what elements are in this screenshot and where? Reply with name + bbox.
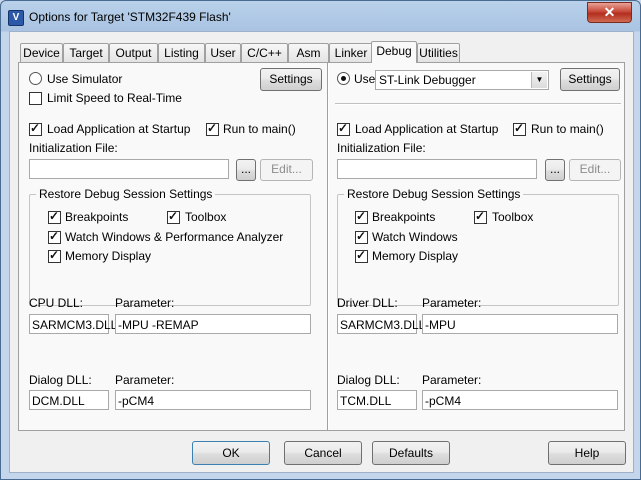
right-browse-button[interactable]: ...: [545, 159, 565, 181]
right-dialog-param-label: Parameter:: [422, 373, 482, 387]
simulator-settings-button[interactable]: Settings: [260, 68, 322, 91]
left-dialog-param-label: Parameter:: [115, 373, 175, 387]
tab-asm[interactable]: Asm: [288, 43, 329, 62]
tab-listing[interactable]: Listing: [158, 43, 205, 62]
left-init-file-input[interactable]: [29, 159, 229, 179]
left-run-to-main-checkbox[interactable]: [206, 121, 219, 136]
tab-debug[interactable]: Debug: [371, 41, 417, 63]
help-button[interactable]: Help: [548, 441, 626, 465]
window-title: Options for Target 'STM32F439 Flash': [29, 10, 231, 24]
left-dialog-dll-label: Dialog DLL:: [29, 373, 92, 387]
panel-divider: [327, 63, 329, 430]
left-restore-group: Restore Debug Session Settings Breakpoin…: [29, 187, 311, 306]
use-debugger-radio[interactable]: [337, 72, 350, 85]
left-toolbox-label: Toolbox: [185, 210, 227, 224]
debugger-select[interactable]: ST-Link Debugger ▼: [375, 70, 549, 90]
right-memory-checkbox[interactable]: [355, 248, 368, 263]
left-dialog-param-input[interactable]: -pCM4: [115, 390, 311, 410]
tab-user[interactable]: User: [205, 43, 241, 62]
debugger-select-value: ST-Link Debugger: [379, 73, 476, 87]
right-dialog-dll-label: Dialog DLL:: [337, 373, 400, 387]
chevron-down-icon[interactable]: ▼: [531, 72, 547, 88]
dialog-client-area: Device Target Output Listing User C/C++ …: [9, 31, 634, 473]
tab-device[interactable]: Device: [20, 43, 63, 62]
left-restore-title: Restore Debug Session Settings: [36, 187, 216, 201]
left-breakpoints-checkbox[interactable]: [48, 209, 61, 224]
debugger-settings-button[interactable]: Settings: [560, 68, 620, 91]
cpu-param-input[interactable]: -MPU -REMAP: [115, 314, 311, 334]
right-init-file-input[interactable]: [337, 159, 537, 179]
right-breakpoints-label: Breakpoints: [372, 210, 436, 224]
right-init-file-label: Initialization File:: [337, 141, 426, 155]
right-toolbox-label: Toolbox: [492, 210, 534, 224]
use-simulator-label: Use Simulator: [47, 72, 123, 86]
left-init-file-label: Initialization File:: [29, 141, 118, 155]
right-run-to-main-checkbox[interactable]: [513, 121, 526, 136]
keil-app-icon: V: [8, 10, 24, 26]
cpu-dll-label: CPU DLL:: [29, 296, 84, 310]
right-dialog-dll-input[interactable]: TCM.DLL: [337, 390, 417, 410]
left-watch-checkbox[interactable]: [48, 229, 61, 244]
defaults-button[interactable]: Defaults: [372, 441, 450, 465]
left-breakpoints-label: Breakpoints: [65, 210, 129, 224]
left-load-app-label: Load Application at Startup: [47, 122, 191, 136]
left-memory-label: Memory Display: [65, 249, 152, 263]
left-load-app-checkbox[interactable]: [29, 121, 42, 136]
driver-dll-input[interactable]: SARMCM3.DLL: [337, 314, 425, 334]
cpu-param-label: Parameter:: [115, 296, 175, 310]
tab-output[interactable]: Output: [109, 43, 158, 62]
right-toolbox-checkbox[interactable]: [474, 209, 487, 224]
close-button[interactable]: ✕: [587, 2, 632, 23]
tab-utilities[interactable]: Utilities: [417, 43, 460, 62]
right-restore-group: Restore Debug Session Settings Breakpoin…: [337, 187, 619, 306]
left-dialog-dll-input[interactable]: DCM.DLL: [29, 390, 109, 410]
driver-param-label: Parameter:: [422, 296, 482, 310]
left-run-to-main-label: Run to main(): [223, 122, 296, 136]
ok-button[interactable]: OK: [192, 441, 270, 465]
tab-c-cpp[interactable]: C/C++: [241, 43, 288, 62]
use-simulator-radio[interactable]: [29, 72, 42, 85]
right-load-app-checkbox[interactable]: [337, 121, 350, 136]
title-bar[interactable]: V Options for Target 'STM32F439 Flash' ✕: [1, 1, 640, 33]
right-separator: [335, 103, 621, 105]
limit-speed-checkbox[interactable]: [29, 92, 42, 105]
right-restore-title: Restore Debug Session Settings: [344, 187, 524, 201]
cpu-dll-input[interactable]: SARMCM3.DLL: [29, 314, 117, 334]
tab-target[interactable]: Target: [63, 43, 109, 62]
tab-linker[interactable]: Linker: [329, 43, 373, 62]
left-memory-checkbox[interactable]: [48, 248, 61, 263]
right-watch-label: Watch Windows: [372, 230, 458, 244]
cancel-button[interactable]: Cancel: [284, 441, 362, 465]
driver-param-input[interactable]: -MPU: [422, 314, 618, 334]
right-watch-checkbox[interactable]: [355, 229, 368, 244]
driver-dll-label: Driver DLL:: [337, 296, 398, 310]
right-edit-button[interactable]: Edit...: [569, 159, 621, 181]
left-watch-label: Watch Windows & Performance Analyzer: [65, 230, 284, 244]
left-browse-button[interactable]: ...: [236, 159, 256, 181]
left-edit-button[interactable]: Edit...: [260, 159, 313, 181]
close-icon: ✕: [603, 4, 616, 20]
right-load-app-label: Load Application at Startup: [355, 122, 499, 136]
limit-speed-label: Limit Speed to Real-Time: [47, 91, 182, 105]
right-memory-label: Memory Display: [372, 249, 459, 263]
right-breakpoints-checkbox[interactable]: [355, 209, 368, 224]
options-dialog: V Options for Target 'STM32F439 Flash' ✕…: [0, 0, 641, 480]
right-run-to-main-label: Run to main(): [531, 122, 604, 136]
right-dialog-param-input[interactable]: -pCM4: [422, 390, 618, 410]
left-toolbox-checkbox[interactable]: [167, 209, 180, 224]
debug-panel: Use Simulator Limit Speed to Real-Time S…: [18, 62, 625, 431]
